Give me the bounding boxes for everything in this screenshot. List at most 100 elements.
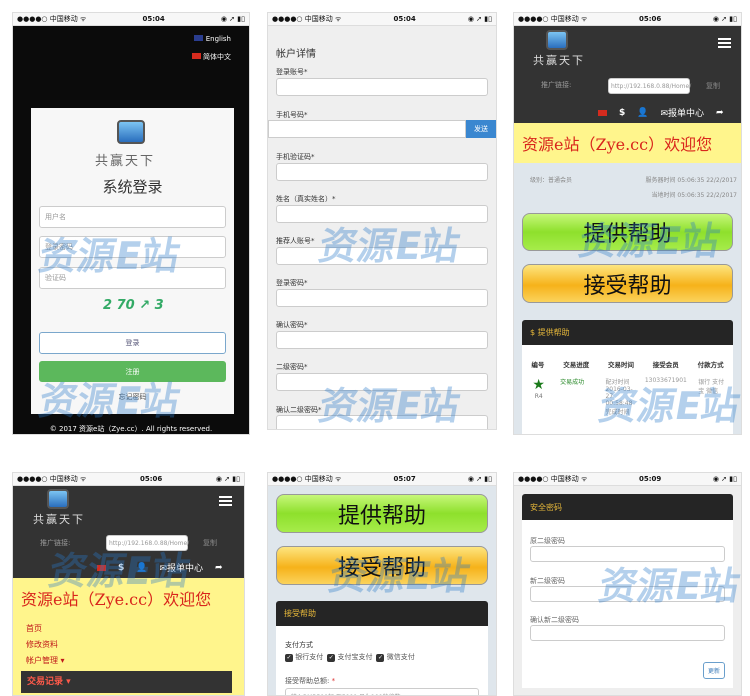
menu-item-transactions[interactable]: 交易记录 ▾ (21, 671, 232, 693)
offer-help-button[interactable]: 提供帮助 (522, 213, 733, 251)
username-input[interactable]: 用户名 (39, 206, 226, 228)
sms-code-input[interactable] (276, 163, 488, 181)
hamburger-menu-icon[interactable] (219, 496, 232, 506)
brand-name: 共赢天下 (95, 154, 156, 169)
cn-flag-icon (191, 53, 201, 59)
user-icon[interactable]: 👤 (637, 108, 648, 118)
col-header: 交易进度 (563, 361, 590, 369)
register-button[interactable]: 注册 (39, 361, 226, 382)
cn-flag-icon[interactable] (97, 564, 106, 571)
carrier: ●●●●○ 中国移动 ᯤ (17, 15, 87, 23)
real-name-input[interactable] (276, 205, 488, 223)
logo-icon (546, 30, 568, 50)
checkbox-bank[interactable]: ✓ 银行支付 (285, 652, 323, 662)
local-time: 当地时间 05:06:35 22/2/2017 (651, 192, 737, 199)
promo-label: 推广链接: (541, 81, 572, 89)
accept-help-screen: ●●●●○ 中国移动 ᯤ 05:07 ◉ ➚ ▮▯ 提供帮助 接受帮助 接受帮助 支… (267, 472, 497, 696)
user-icon[interactable]: 👤 (136, 563, 147, 573)
footer-copyright: © 2017 资源e站（Zye.cc）. All rights reserved… (49, 425, 213, 433)
battery-icon: ◉ ➚ ▮▯ (215, 475, 240, 483)
captcha-input[interactable]: 验证码 (39, 267, 226, 289)
menu-item-home[interactable]: 首页 (26, 623, 42, 634)
second-password-input[interactable] (276, 373, 488, 391)
row-member: 13033671901 (644, 377, 687, 384)
accept-help-button[interactable]: 接受帮助 (522, 264, 733, 303)
home-screen: ●●●●○ 中国移动 ᯤ 05:06 ◉ ➚ ▮▯ 共赢天下 推广链接: http:… (513, 12, 742, 435)
welcome-banner: 资源e站（Zye.cc）欢迎您 (514, 123, 741, 163)
menu-item-edit-profile[interactable]: 修改资料 (26, 639, 58, 650)
amount-label: 接受帮助总额: (285, 677, 330, 685)
confirm-password-input[interactable] (276, 331, 488, 349)
menu-item-account[interactable]: 帐户管理 ▾ (26, 655, 65, 666)
field-label: 新二级密码 (530, 577, 565, 585)
security-screen: ●●●●○ 中国移动 ᯤ 05:09 ◉ ➚ ▮▯ 安全密码 原二级密码 新二级密码… (513, 472, 742, 696)
captcha-image[interactable]: 2 70 ↗ 3 (103, 298, 164, 313)
top-navbar: 共赢天下 推广链接: http://192.168.0.88/Home/ 复制 … (13, 486, 244, 578)
field-label: 确认新二级密码 (530, 616, 579, 624)
clock: 05:06 (139, 475, 163, 483)
promo-link-input[interactable]: http://192.168.0.88/Home/ (608, 78, 691, 94)
logout-icon[interactable]: ➦ (716, 108, 724, 118)
member-level: 级别：普通会员 (530, 177, 573, 184)
report-center-link[interactable]: ✉报单中心 (159, 561, 203, 574)
col-header: 交易时间 (607, 361, 634, 369)
login-screen: ●●●●○ 中国移动 ᯤ 05:04 ◉ ➚ ▮▯ English 简体中文 共赢天… (12, 12, 250, 435)
amount-input[interactable]: 输入RMB500起 至5000 且为100的倍数 (285, 688, 479, 695)
menu-item-label: 交易记录 ▾ (27, 676, 71, 687)
logout-icon[interactable]: ➦ (215, 563, 223, 573)
dollar-icon[interactable]: $ (619, 108, 625, 118)
accept-help-button[interactable]: 接受帮助 (276, 546, 488, 585)
confirm-second-password-input[interactable] (276, 415, 488, 429)
copy-button[interactable]: 复制 (203, 538, 217, 548)
new-second-password-input[interactable] (530, 586, 725, 602)
welcome-banner: 资源e站（Zye.cc）欢迎您 (13, 578, 244, 618)
login-account-input[interactable] (276, 78, 488, 96)
carrier: ●●●●○ 中国移动 ᯤ (518, 15, 588, 23)
confirm-new-second-password-input[interactable] (530, 625, 725, 641)
forgot-password-link[interactable]: 忘记密码 (31, 392, 234, 402)
report-center-link[interactable]: ✉报单中心 (660, 106, 704, 119)
referrer-input[interactable] (276, 247, 488, 265)
copy-button[interactable]: 复制 (706, 81, 720, 91)
clock: 05:06 (638, 15, 662, 23)
status-bar: ●●●●○ 中国移动 ᯤ 05:06 ◉ ➚ ▮▯ (13, 473, 244, 486)
status-bar: ●●●●○ 中国移动 ᯤ 05:04 ◉ ➚ ▮▯ (13, 13, 249, 26)
top-navbar: 共赢天下 推广链接: http://192.168.0.88/Home/ 复制 … (514, 26, 741, 123)
update-button[interactable]: 更新 (703, 662, 725, 679)
phone-input[interactable] (268, 120, 466, 138)
field-label: 原二级密码 (530, 537, 565, 545)
offer-help-button[interactable]: 提供帮助 (276, 494, 488, 533)
brand-name: 共赢天下 (533, 54, 585, 67)
cn-flag-icon[interactable] (598, 109, 607, 116)
report-center-label: 报单中心 (167, 564, 204, 574)
hamburger-menu-icon[interactable] (718, 38, 731, 48)
promo-link-input[interactable]: http://192.168.0.88/Home/ (106, 535, 189, 551)
login-button[interactable]: 登录 (39, 332, 226, 354)
carrier: ●●●●○ 中国移动 ᯤ (272, 15, 342, 23)
col-header: 付款方式 (697, 361, 724, 369)
lang-label: 简体中文 (203, 53, 231, 61)
row-time: 配对时间 2016-03-27 00:58:48 完成时间 (605, 379, 633, 416)
row-id: R4 (534, 393, 543, 400)
battery-icon: ◉ ➚ ▮▯ (467, 475, 492, 483)
star-icon: ★ (532, 377, 545, 393)
old-second-password-input[interactable] (530, 546, 725, 562)
battery-icon: ◉ ➚ ▮▯ (467, 15, 492, 23)
lang-english[interactable]: English (194, 35, 231, 43)
lang-chinese[interactable]: 简体中文 (191, 52, 231, 62)
clock: 05:04 (142, 15, 165, 23)
field-label: 登录密码* (276, 279, 308, 287)
transactions-table: 编号 交易进度 交易时间 接受会员 付款方式 ★ R4 交易成功 配对时间 201… (522, 345, 733, 434)
clock: 05:04 (393, 15, 416, 23)
checkbox-alipay[interactable]: ✓ 支付宝支付 (327, 652, 372, 662)
carrier: ●●●●○ 中国移动 ᯤ (272, 475, 342, 483)
password-input[interactable] (276, 289, 488, 307)
field-label: 推荐人账号* (276, 237, 315, 245)
col-header: 编号 (531, 361, 545, 369)
checkbox-wechat[interactable]: ✓ 微信支付 (376, 652, 415, 662)
dollar-icon[interactable]: $ (118, 563, 124, 573)
lang-label: English (205, 35, 231, 43)
battery-icon: ◉ ➚ ▮▯ (712, 475, 737, 483)
send-code-button[interactable]: 发送 (466, 120, 496, 138)
password-input[interactable]: 登录密码 (39, 236, 226, 258)
